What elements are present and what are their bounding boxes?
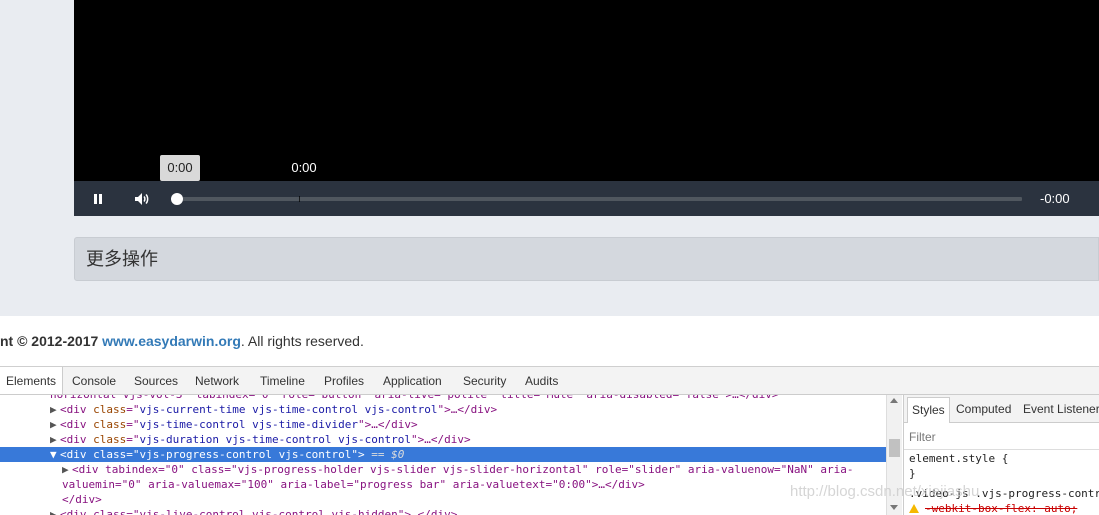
footer-link[interactable]: www.easydarwin.org <box>102 333 241 349</box>
tab-styles[interactable]: Styles <box>907 397 950 423</box>
scroll-up-icon[interactable] <box>890 398 898 403</box>
styles-separator <box>904 449 1099 450</box>
tab-elements[interactable]: Elements <box>0 367 64 394</box>
more-actions-title: 更多操作 <box>86 249 158 269</box>
progress-handle[interactable] <box>171 193 183 205</box>
styles-tab-bar: Styles Computed Event Listeners <box>904 395 1099 423</box>
tab-audits[interactable]: Audits <box>525 367 558 394</box>
tab-application[interactable]: Application <box>383 367 442 394</box>
collapse-triangle-icon[interactable]: ▼ <box>50 447 60 462</box>
more-actions-panel: 更多操作 <box>74 237 1099 281</box>
tab-computed[interactable]: Computed <box>956 395 1011 422</box>
dom-node-line[interactable]: valuemin="0" aria-valuemax="100" aria-la… <box>0 477 886 492</box>
dom-node-line[interactable]: </div> <box>0 492 886 507</box>
dom-node-line[interactable]: horizontal vjs-vol-3" tabindex="0" role=… <box>0 395 886 402</box>
progress-hover-marker <box>299 196 300 202</box>
volume-icon <box>135 192 149 205</box>
footer: nt © 2012-2017 www.easydarwin.org. All r… <box>0 316 1099 366</box>
css-declaration-text: -webkit-box-flex: auto; <box>925 502 1078 515</box>
element-style-close: } <box>909 467 916 480</box>
expand-triangle-icon[interactable]: ▶ <box>50 432 60 447</box>
elements-tree[interactable]: horizontal vjs-vol-3" tabindex="0" role=… <box>0 395 886 515</box>
copyright-suffix: . All rights reserved. <box>240 333 364 349</box>
tab-profiles[interactable]: Profiles <box>324 367 364 394</box>
scroll-thumb[interactable] <box>889 439 900 457</box>
progress-time-tooltip: 0:00 <box>160 155 200 181</box>
expand-triangle-icon[interactable]: ▶ <box>62 462 72 477</box>
styles-filter-input[interactable]: Filter <box>909 430 936 444</box>
tab-event-listeners[interactable]: Event Listeners <box>1023 395 1099 422</box>
tab-timeline[interactable]: Timeline <box>260 367 305 394</box>
video-player[interactable]: 0:00 0:00 -0:00 <box>74 0 1099 216</box>
pause-icon <box>94 193 102 204</box>
devtools-tab-bar: Elements Console Sources Network Timelin… <box>0 367 1099 395</box>
remaining-time: -0:00 <box>1040 191 1070 206</box>
dom-node-line[interactable]: ▶ <div class="vjs-duration vjs-time-contr… <box>0 432 886 447</box>
tab-console[interactable]: Console <box>72 367 116 394</box>
selected-dom-node[interactable]: ▼ <div class="vjs-progress-control vjs-co… <box>0 447 886 462</box>
dom-node-line[interactable]: ▶ <div tabindex="0" class="vjs-progress-h… <box>0 462 886 477</box>
mute-button[interactable] <box>126 181 158 216</box>
control-bar: -0:00 <box>74 181 1099 216</box>
tab-network[interactable]: Network <box>195 367 239 394</box>
mouse-time-display: 0:00 <box>284 157 324 179</box>
element-style-open[interactable]: element.style { <box>909 452 1008 465</box>
warning-icon <box>909 504 919 513</box>
tab-security[interactable]: Security <box>463 367 506 394</box>
watermark: http://blog.csdn.net/xiejiashu <box>790 483 980 500</box>
copyright-text: nt © 2012-2017 www.easydarwin.org. All r… <box>0 316 364 366</box>
copyright-prefix: nt © 2012-2017 <box>0 333 103 349</box>
dom-node-line[interactable]: ▶ <div class="vjs-time-control vjs-time-d… <box>0 417 886 432</box>
tab-sources[interactable]: Sources <box>134 367 178 394</box>
expand-triangle-icon[interactable]: ▶ <box>50 417 60 432</box>
scroll-down-icon[interactable] <box>890 505 898 510</box>
pause-button[interactable] <box>82 181 114 216</box>
progress-bar[interactable] <box>177 197 1022 201</box>
expand-triangle-icon[interactable]: ▶ <box>50 402 60 417</box>
dom-node-line[interactable]: ▶ <div class="vjs-current-time vjs-time-c… <box>0 402 886 417</box>
css-rule-declaration[interactable]: -webkit-box-flex: auto; <box>909 502 1077 515</box>
